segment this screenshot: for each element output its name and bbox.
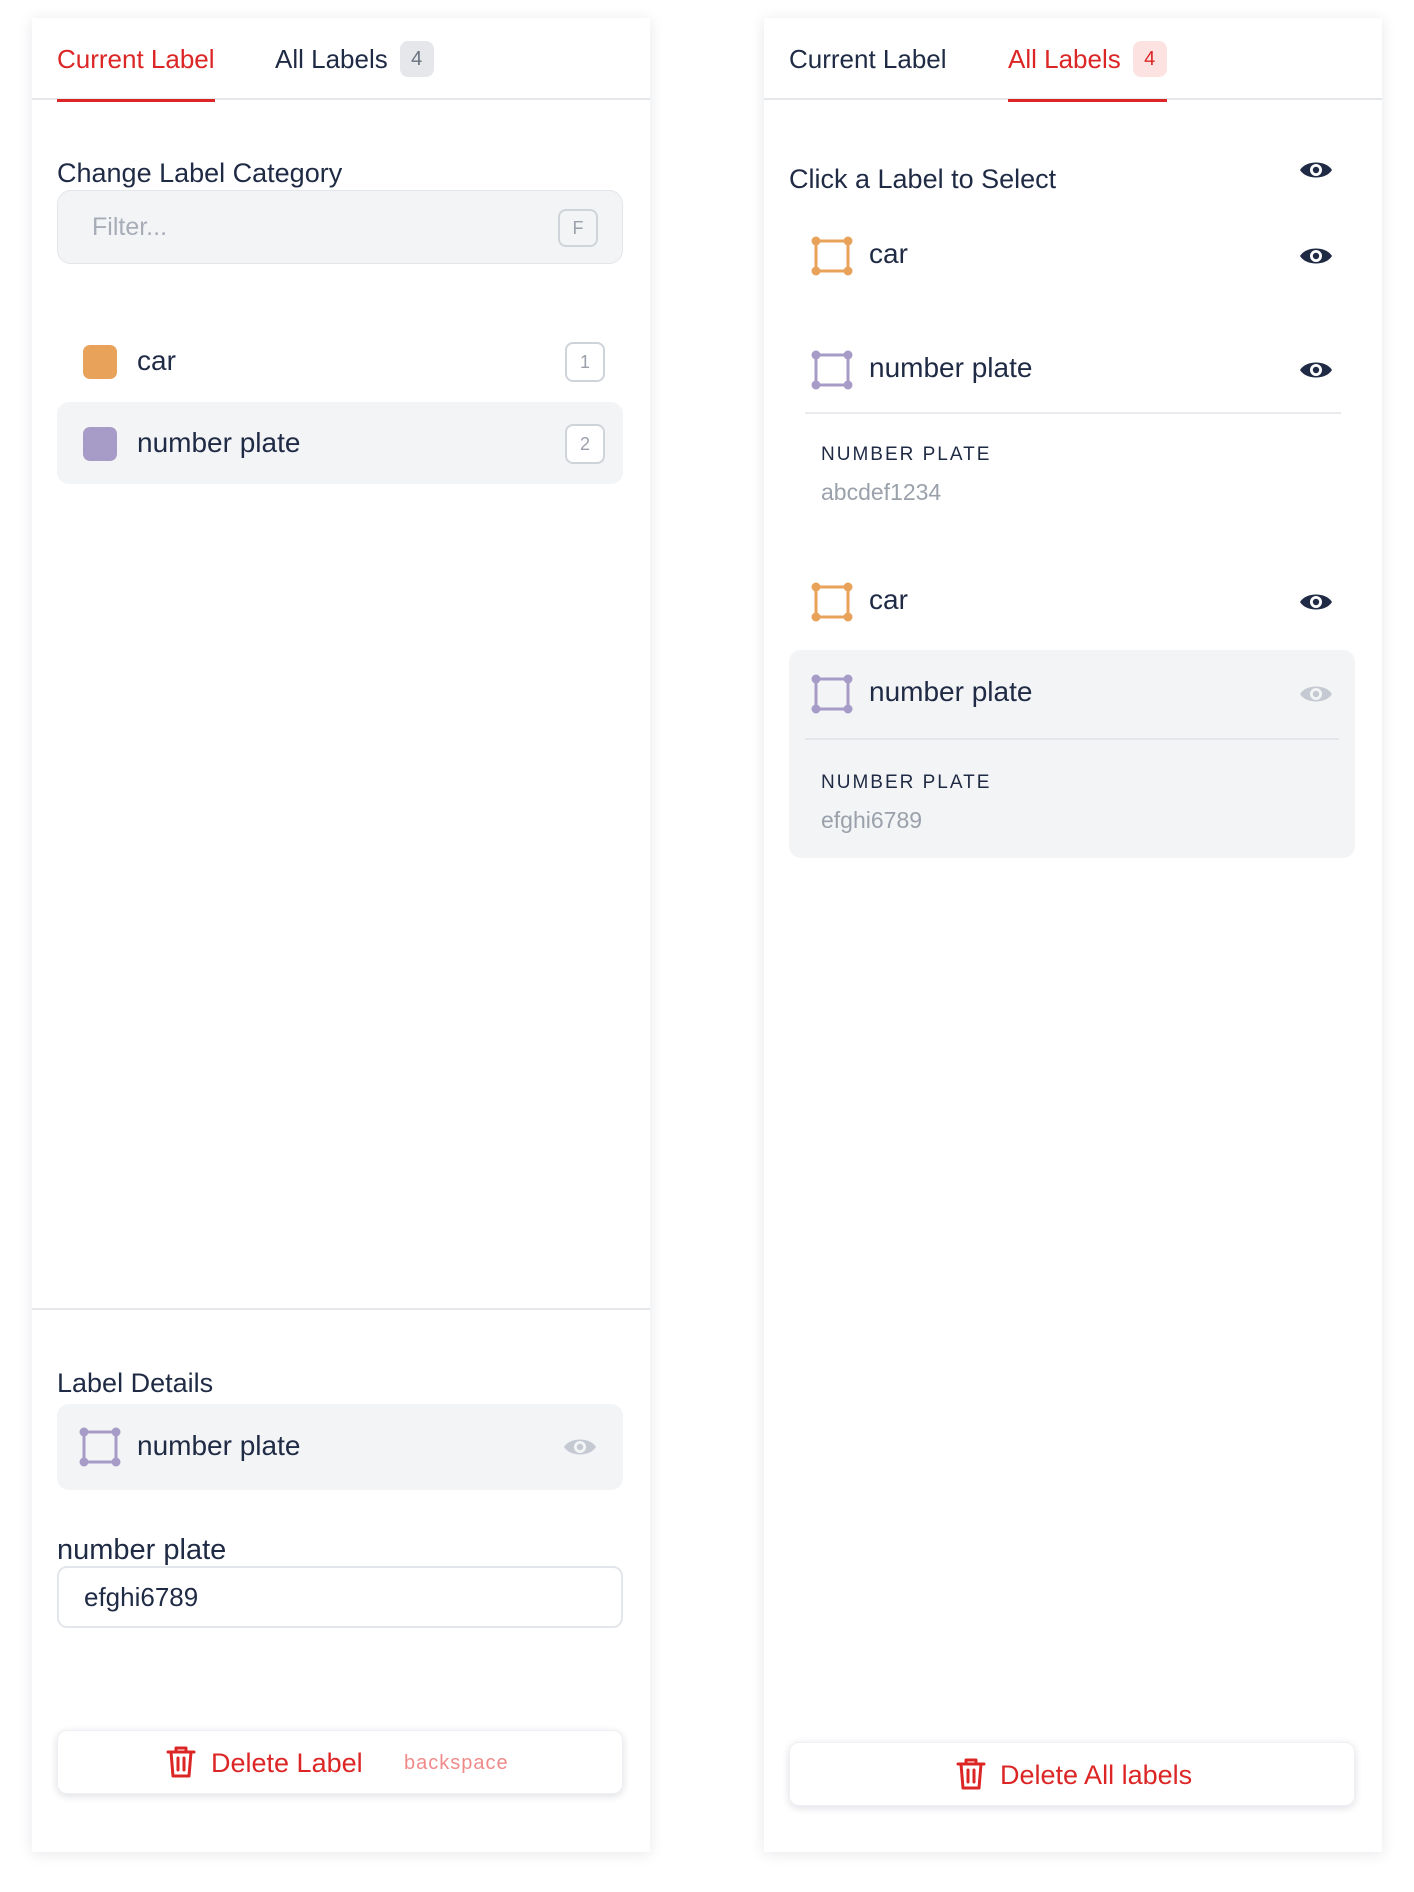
- car-color-swatch: [83, 345, 117, 379]
- bbox-icon: [811, 582, 853, 622]
- tab-all-labels[interactable]: All Labels 4: [1008, 18, 1167, 102]
- eye-icon[interactable]: [563, 1436, 597, 1458]
- delete-all-labels-button[interactable]: Delete All labels: [789, 1742, 1355, 1806]
- number-plate-input[interactable]: [57, 1566, 623, 1628]
- label-details-title: Label Details: [57, 1368, 214, 1398]
- bbox-icon: [79, 1427, 121, 1467]
- number-plate-color-swatch: [83, 427, 117, 461]
- current-label-panel: Current Label All Labels 4 Change Label …: [32, 18, 650, 1852]
- trash-icon: [956, 1758, 986, 1790]
- tab-all-labels-text: All Labels: [1008, 43, 1121, 74]
- trash-icon: [166, 1746, 196, 1778]
- eye-icon[interactable]: [1299, 359, 1333, 381]
- filter-input[interactable]: [58, 191, 622, 263]
- label-count-badge: 4: [399, 41, 434, 77]
- tab-all-labels[interactable]: All Labels 4: [275, 18, 434, 100]
- label-name: number plate: [869, 352, 1033, 383]
- label-row-number-plate[interactable]: number plate: [789, 328, 1355, 414]
- tab-current-label[interactable]: Current Label: [789, 18, 947, 100]
- attribute-key: NUMBER PLATE: [821, 444, 992, 465]
- tab-all-labels-text: All Labels: [275, 43, 388, 74]
- row-divider: [805, 738, 1339, 740]
- tab-current-label[interactable]: Current Label: [57, 18, 215, 102]
- selected-label-row[interactable]: number plate: [57, 1404, 623, 1490]
- delete-all-text: Delete All labels: [1000, 1760, 1193, 1790]
- shortcut-key: 2: [565, 424, 605, 464]
- bbox-icon: [811, 350, 853, 390]
- eye-hidden-icon[interactable]: [1299, 683, 1333, 705]
- tab-current-label-text: Current Label: [57, 43, 215, 74]
- category-item-number-plate[interactable]: number plate 2: [57, 402, 623, 484]
- selected-label-group[interactable]: number plate NUMBER PLATE efghi6789: [789, 650, 1355, 858]
- bbox-icon: [811, 674, 853, 714]
- attribute-key: NUMBER PLATE: [821, 772, 992, 793]
- label-name: number plate: [869, 676, 1033, 707]
- toggle-all-visibility-eye-icon[interactable]: [1299, 159, 1333, 181]
- filter-shortcut-key: F: [558, 209, 598, 247]
- attribute-value: efghi6789: [821, 807, 923, 833]
- bbox-icon: [811, 236, 853, 276]
- attribute-value: abcdef1234: [821, 479, 942, 505]
- section-divider: [32, 1308, 650, 1310]
- eye-icon[interactable]: [1299, 591, 1333, 613]
- backspace-shortcut: backspace: [404, 1752, 509, 1774]
- category-label: car: [137, 345, 176, 376]
- row-divider: [805, 412, 1341, 414]
- label-count-badge: 4: [1132, 41, 1167, 77]
- tab-current-label-text: Current Label: [789, 43, 947, 74]
- selected-label-name: number plate: [137, 1430, 301, 1461]
- shortcut-key: 1: [565, 342, 605, 382]
- delete-label-button[interactable]: Delete Label backspace: [57, 1730, 623, 1794]
- tab-bar: Current Label All Labels 4: [764, 18, 1382, 102]
- eye-icon[interactable]: [1299, 245, 1333, 267]
- label-name: car: [869, 584, 908, 615]
- category-label: number plate: [137, 427, 301, 458]
- change-category-title: Change Label Category: [57, 158, 343, 188]
- delete-label-text: Delete Label: [211, 1748, 363, 1778]
- filter-field: F: [57, 190, 623, 264]
- label-row-car[interactable]: car: [789, 214, 1355, 300]
- tab-bar: Current Label All Labels 4: [32, 18, 650, 102]
- attribute-field-label: number plate: [57, 1534, 227, 1566]
- all-labels-panel: Current Label All Labels 4 Click a Label…: [764, 18, 1382, 1852]
- category-item-car[interactable]: car 1: [57, 320, 623, 402]
- label-name: car: [869, 238, 908, 269]
- click-label-title: Click a Label to Select: [789, 164, 1057, 194]
- label-row-car[interactable]: car: [789, 560, 1355, 646]
